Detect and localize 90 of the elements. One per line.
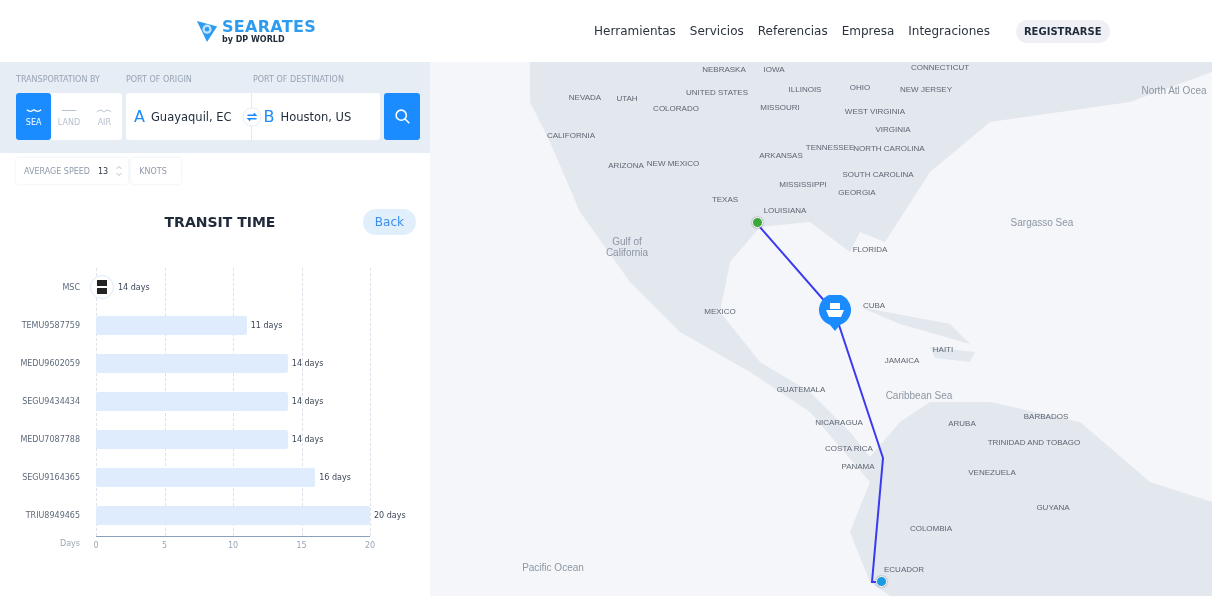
arc-icon [96, 106, 113, 114]
map-label: MISSISSIPPI [779, 179, 827, 189]
destination-marker[interactable] [876, 576, 887, 587]
map-label: Caribbean Sea [884, 389, 954, 401]
map-label: MISSOURI [760, 102, 800, 112]
map-label: TENNESSEE [805, 142, 855, 152]
map-label: OHIO [849, 82, 871, 92]
origin-marker[interactable] [752, 217, 763, 228]
logo-icon [196, 18, 218, 44]
map-label: NEW JERSEY [900, 84, 952, 94]
map-label: COSTA RICA [825, 443, 873, 453]
map-label: TEXAS [711, 194, 739, 204]
map-label: ARKANSAS [759, 150, 803, 160]
value-label: 11 days [250, 320, 283, 330]
tick-label: 15 [296, 541, 307, 550]
logo-subtitle: by DP WORLD [222, 35, 286, 44]
map-label: NEW MEXICO [646, 158, 700, 168]
map-label: CALIFORNIA [547, 130, 595, 140]
field-label: PORT OF ORIGIN [126, 75, 193, 86]
map-label: IOWA [763, 64, 785, 74]
map-label: UNITED STATES [686, 87, 748, 97]
map-label: ARIZONA [608, 160, 644, 170]
nav-link[interactable]: Empresa [841, 24, 895, 38]
register-button[interactable]: REGISTRARSE [1015, 19, 1110, 43]
map-label: Sargasso Sea [1009, 216, 1075, 228]
nav-link[interactable]: Servicios [689, 24, 744, 38]
map-label: MEXICO [704, 306, 736, 316]
map-label: SOUTH CAROLINA [842, 169, 914, 179]
wave-icon [25, 106, 42, 114]
ship-icon[interactable] [819, 295, 851, 331]
axis-label: SEGU9164365 [21, 472, 80, 482]
map-label: CONNECTICUT [910, 62, 970, 72]
axis-label: TEMU9587759 [20, 320, 80, 330]
map-label: Gulf of California [604, 236, 650, 258]
map-label: LOUISIANA [763, 205, 807, 215]
map-label: North Atl Ocea [1140, 84, 1208, 96]
nav-link[interactable]: Herramientas [594, 24, 676, 38]
section-title: TRANSIT TIME [164, 214, 276, 230]
value-label: 14 days [291, 358, 324, 368]
map-label: NEVADA [568, 92, 602, 102]
origin-field[interactable]: A Guayaquil, EC [126, 93, 251, 140]
field-label: TRANSPORTATION BY [16, 75, 101, 86]
value-label: 20 days [374, 510, 406, 520]
map-label: COLOMBIA [909, 523, 953, 533]
map-label: TRINIDAD AND TOBAGO [987, 437, 1081, 447]
map-label: CUBA [862, 300, 886, 310]
value-label: 14 days [118, 282, 150, 292]
speed-field[interactable]: AVERAGE SPEED 13 [16, 158, 129, 184]
value-label: 14 days [291, 434, 324, 444]
map-label: Pacific Ocean [521, 561, 585, 573]
value-label: 16 days [319, 472, 351, 482]
map-label: NEBRASKA [702, 64, 746, 74]
tick-label: 10 [227, 541, 239, 550]
map-label: HAITI [932, 344, 954, 354]
axis-title: Days [59, 538, 80, 548]
destination-field[interactable]: B Houston, US [250, 93, 380, 140]
map-label: COLORADO [653, 103, 699, 113]
search-icon [393, 108, 411, 125]
carrier-logo-icon [90, 275, 114, 299]
tick-label: 20 [364, 541, 376, 550]
map-label: ECUADOR [884, 564, 924, 574]
nav-link[interactable]: Integraciones [908, 24, 990, 38]
axis-label: MEDU7087788 [19, 434, 80, 444]
map-label: WEST VIRGINIA [844, 106, 906, 116]
map-label: ARUBA [948, 418, 976, 428]
map-label: FLORIDA [852, 244, 888, 254]
swap-icon[interactable] [242, 106, 262, 127]
map-label: ILLINOIS [788, 84, 822, 94]
tick-label: 5 [161, 541, 168, 550]
search-button[interactable] [384, 93, 420, 140]
field-label: PORT OF DESTINATION [253, 75, 344, 86]
map-label: NICARAGUA [815, 417, 863, 427]
map-label: JAMAICA [884, 355, 920, 365]
map-label: PANAMA [841, 461, 875, 471]
axis-label: TRIU8949465 [24, 510, 80, 520]
map-label: UTAH [616, 93, 638, 103]
tick-label: 0 [93, 541, 99, 550]
axis-label: SEGU9434434 [21, 396, 80, 406]
nav-link[interactable]: Referencias [757, 24, 828, 38]
logo-name: SEARATES [222, 18, 317, 35]
value-label: 14 days [291, 396, 324, 406]
map-label: GUYANA [1036, 502, 1070, 512]
map-label: BARBADOS [1023, 411, 1069, 421]
map-label: GEORGIA [838, 187, 876, 197]
map-label: VIRGINIA [875, 124, 911, 134]
carrier-name: MSC [61, 282, 80, 292]
map-label: GUATEMALA [776, 384, 826, 394]
map-label: NORTH CAROLINA [853, 143, 925, 153]
axis-label: MEDU9602059 [19, 358, 80, 368]
map-label: VENEZUELA [968, 467, 1016, 477]
